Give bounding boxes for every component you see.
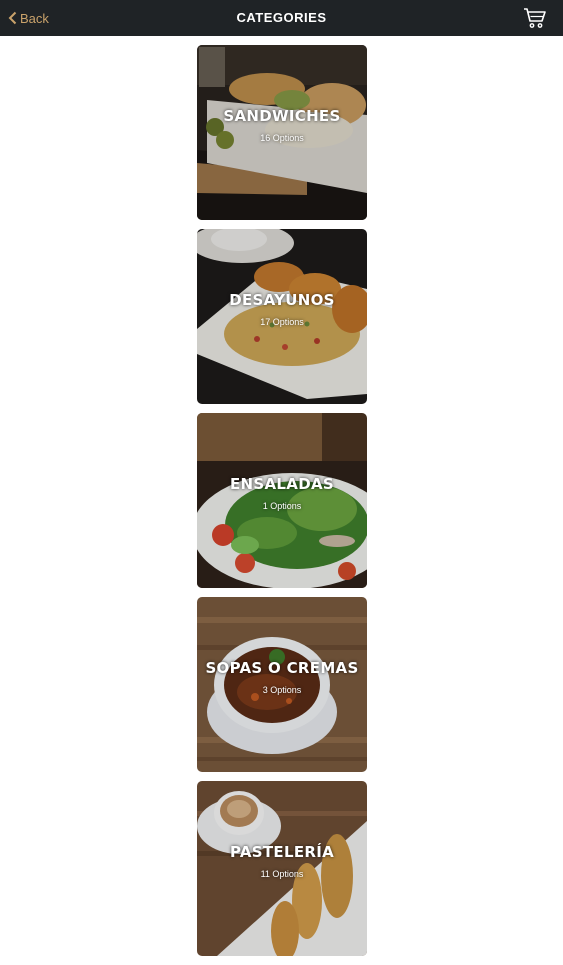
category-name: SANDWICHES [223, 107, 341, 125]
category-card-desayunos[interactable]: DESAYUNOS 17 Options [197, 229, 367, 404]
cart-icon[interactable] [523, 7, 547, 29]
category-name: SOPAS O CREMAS [205, 659, 359, 677]
category-card-ensaladas[interactable]: ENSALADAS 1 Options [197, 413, 367, 588]
category-list: SANDWICHES 16 Options DESAYUNOS 17 Optio… [197, 45, 367, 965]
category-card-pasteleria[interactable]: PASTELERÍA 11 Options [197, 781, 367, 956]
top-bar: Back CATEGORIES [0, 0, 563, 36]
page-title: CATEGORIES [236, 10, 327, 25]
category-options-count: 1 Options [262, 501, 302, 511]
category-options-count: 3 Options [262, 685, 302, 695]
category-options-count: 11 Options [260, 869, 304, 879]
category-name: ENSALADAS [230, 475, 334, 493]
category-card-sandwiches[interactable]: SANDWICHES 16 Options [197, 45, 367, 220]
category-card-sopas-o-cremas[interactable]: SOPAS O CREMAS 3 Options [197, 597, 367, 772]
category-options-count: 17 Options [260, 317, 304, 327]
category-options-count: 16 Options [260, 133, 304, 143]
category-name: DESAYUNOS [229, 291, 335, 309]
category-name: PASTELERÍA [229, 843, 335, 861]
